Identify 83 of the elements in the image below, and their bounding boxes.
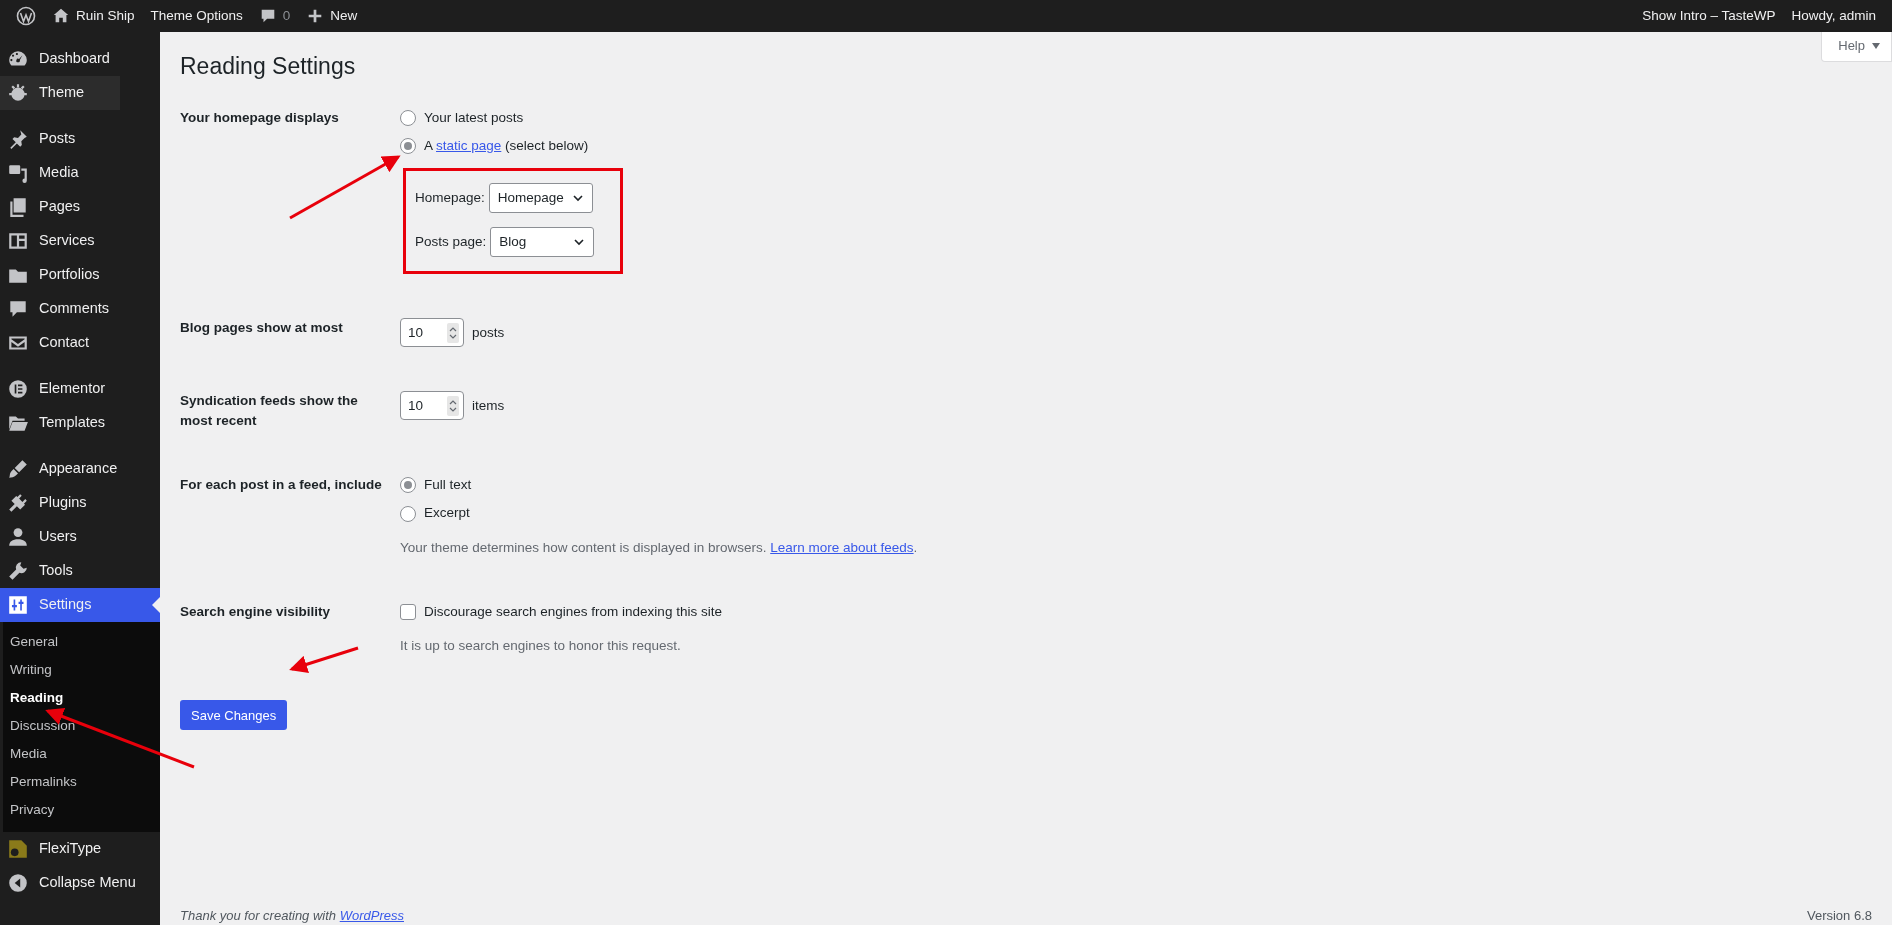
triangle-down-icon <box>1871 40 1881 51</box>
submenu-item[interactable]: General <box>3 628 160 656</box>
collapse-icon <box>7 872 29 894</box>
page-title: Reading Settings <box>180 52 357 81</box>
link[interactable]: WordPress <box>339 907 404 923</box>
checkbox[interactable] <box>400 604 416 621</box>
option-label: Your latest posts <box>424 108 524 127</box>
description-text: Your theme determines how content is displayed in browsers. Learn more about feeds. <box>400 538 918 557</box>
version-text: Version 6.8 <box>1806 906 1872 925</box>
submenu-item[interactable]: Privacy <box>3 796 160 824</box>
layout-icon <box>7 230 29 252</box>
page-select[interactable]: Homepage <box>488 183 593 214</box>
menu-item[interactable]: FlexiType <box>0 832 160 866</box>
menu-item[interactable]: Media <box>0 156 160 190</box>
unit-label: items <box>472 396 505 415</box>
admin-bar-link[interactable]: Show Intro – TasteWP <box>1634 0 1784 32</box>
select-label: Posts page: <box>415 233 487 252</box>
menu-item[interactable]: Templates <box>0 406 160 440</box>
submenu-item[interactable]: Reading <box>3 684 160 712</box>
radio-button[interactable] <box>400 138 416 155</box>
new-content-link[interactable]: New <box>298 0 366 32</box>
menu-item[interactable]: Tools <box>0 554 160 588</box>
menu-item[interactable]: Dashboard <box>0 42 160 76</box>
option-label: A static page (select below) <box>424 137 589 156</box>
unit-label: posts <box>472 323 505 342</box>
sliders-icon <box>7 594 29 616</box>
admin-bar-link[interactable]: Howdy, admin <box>1783 0 1884 32</box>
user-icon <box>7 526 29 548</box>
site-name-link[interactable]: Ruin Ship <box>44 0 143 32</box>
menu-item[interactable]: Theme <box>0 76 120 110</box>
description-text: It is up to search engines to honor this request. <box>400 637 682 656</box>
number-field[interactable]: 10 <box>400 318 464 348</box>
field-label: Blog pages show at most <box>180 319 344 338</box>
option-label: Excerpt <box>424 504 470 523</box>
submenu-item[interactable]: Writing <box>3 656 160 684</box>
documents-icon <box>7 196 29 218</box>
link[interactable]: Learn more about feeds <box>770 539 914 555</box>
menu-item[interactable]: Elementor <box>0 372 160 406</box>
field-label: Your homepage displays <box>180 108 340 127</box>
menu-item[interactable]: Collapse Menu <box>0 866 160 900</box>
select-label: Homepage: <box>415 189 485 208</box>
submenu-item[interactable]: Permalinks <box>3 768 160 796</box>
menu-item[interactable]: Comments <box>0 292 160 326</box>
annotation-arrow <box>289 646 359 674</box>
menu-item[interactable]: Posts <box>0 122 160 156</box>
number-field[interactable]: 10 <box>400 391 464 421</box>
menu-item[interactable]: Appearance <box>0 452 160 486</box>
admin-bar-link[interactable]: Theme Options <box>142 0 251 32</box>
radio-button[interactable] <box>400 477 416 494</box>
paintbrush-icon <box>7 458 29 480</box>
document-badge-icon <box>7 838 29 860</box>
option-label: Full text <box>424 476 472 495</box>
circle-bars-icon <box>7 378 29 400</box>
comment-count: 0 <box>282 6 291 25</box>
page-select[interactable]: Blog <box>490 227 595 258</box>
wordpress-logo-icon <box>16 6 36 26</box>
plug-icon <box>7 492 29 514</box>
radio-button[interactable] <box>400 505 416 522</box>
menu-item[interactable]: Portfolios <box>0 258 160 292</box>
menu-item[interactable]: Contact <box>0 326 160 360</box>
menu-item[interactable]: Plugins <box>0 486 160 520</box>
radio-button[interactable] <box>400 110 416 126</box>
footer-text: Thank you for creating with WordPress <box>180 906 404 925</box>
option-label: Discourage search engines from indexing this site <box>424 602 722 621</box>
submenu-item[interactable]: Discussion <box>3 712 160 740</box>
spinner-arrows-icon <box>447 395 459 416</box>
submenu-item[interactable]: Media <box>3 740 160 768</box>
menu-item[interactable]: Users <box>0 520 160 554</box>
wrench-icon <box>7 560 29 582</box>
save-changes-button[interactable]: Save Changes <box>180 700 288 731</box>
field-label: Syndication feeds show the most recent <box>180 392 359 430</box>
home-icon <box>52 7 70 25</box>
menu-item[interactable]: Services <box>0 224 160 258</box>
spinner-arrows-icon <box>447 322 459 343</box>
gear-icon <box>7 82 29 104</box>
image-music-icon <box>7 162 29 184</box>
menu-item[interactable]: Settings <box>0 588 160 622</box>
link[interactable]: static page <box>436 138 502 154</box>
comments-link[interactable]: 0 <box>250 0 299 32</box>
field-label: For each post in a feed, include <box>180 476 383 495</box>
field-label: Search engine visibility <box>180 602 332 621</box>
menu-item[interactable]: Pages <box>0 190 160 224</box>
help-tab[interactable]: Help <box>1821 32 1892 62</box>
